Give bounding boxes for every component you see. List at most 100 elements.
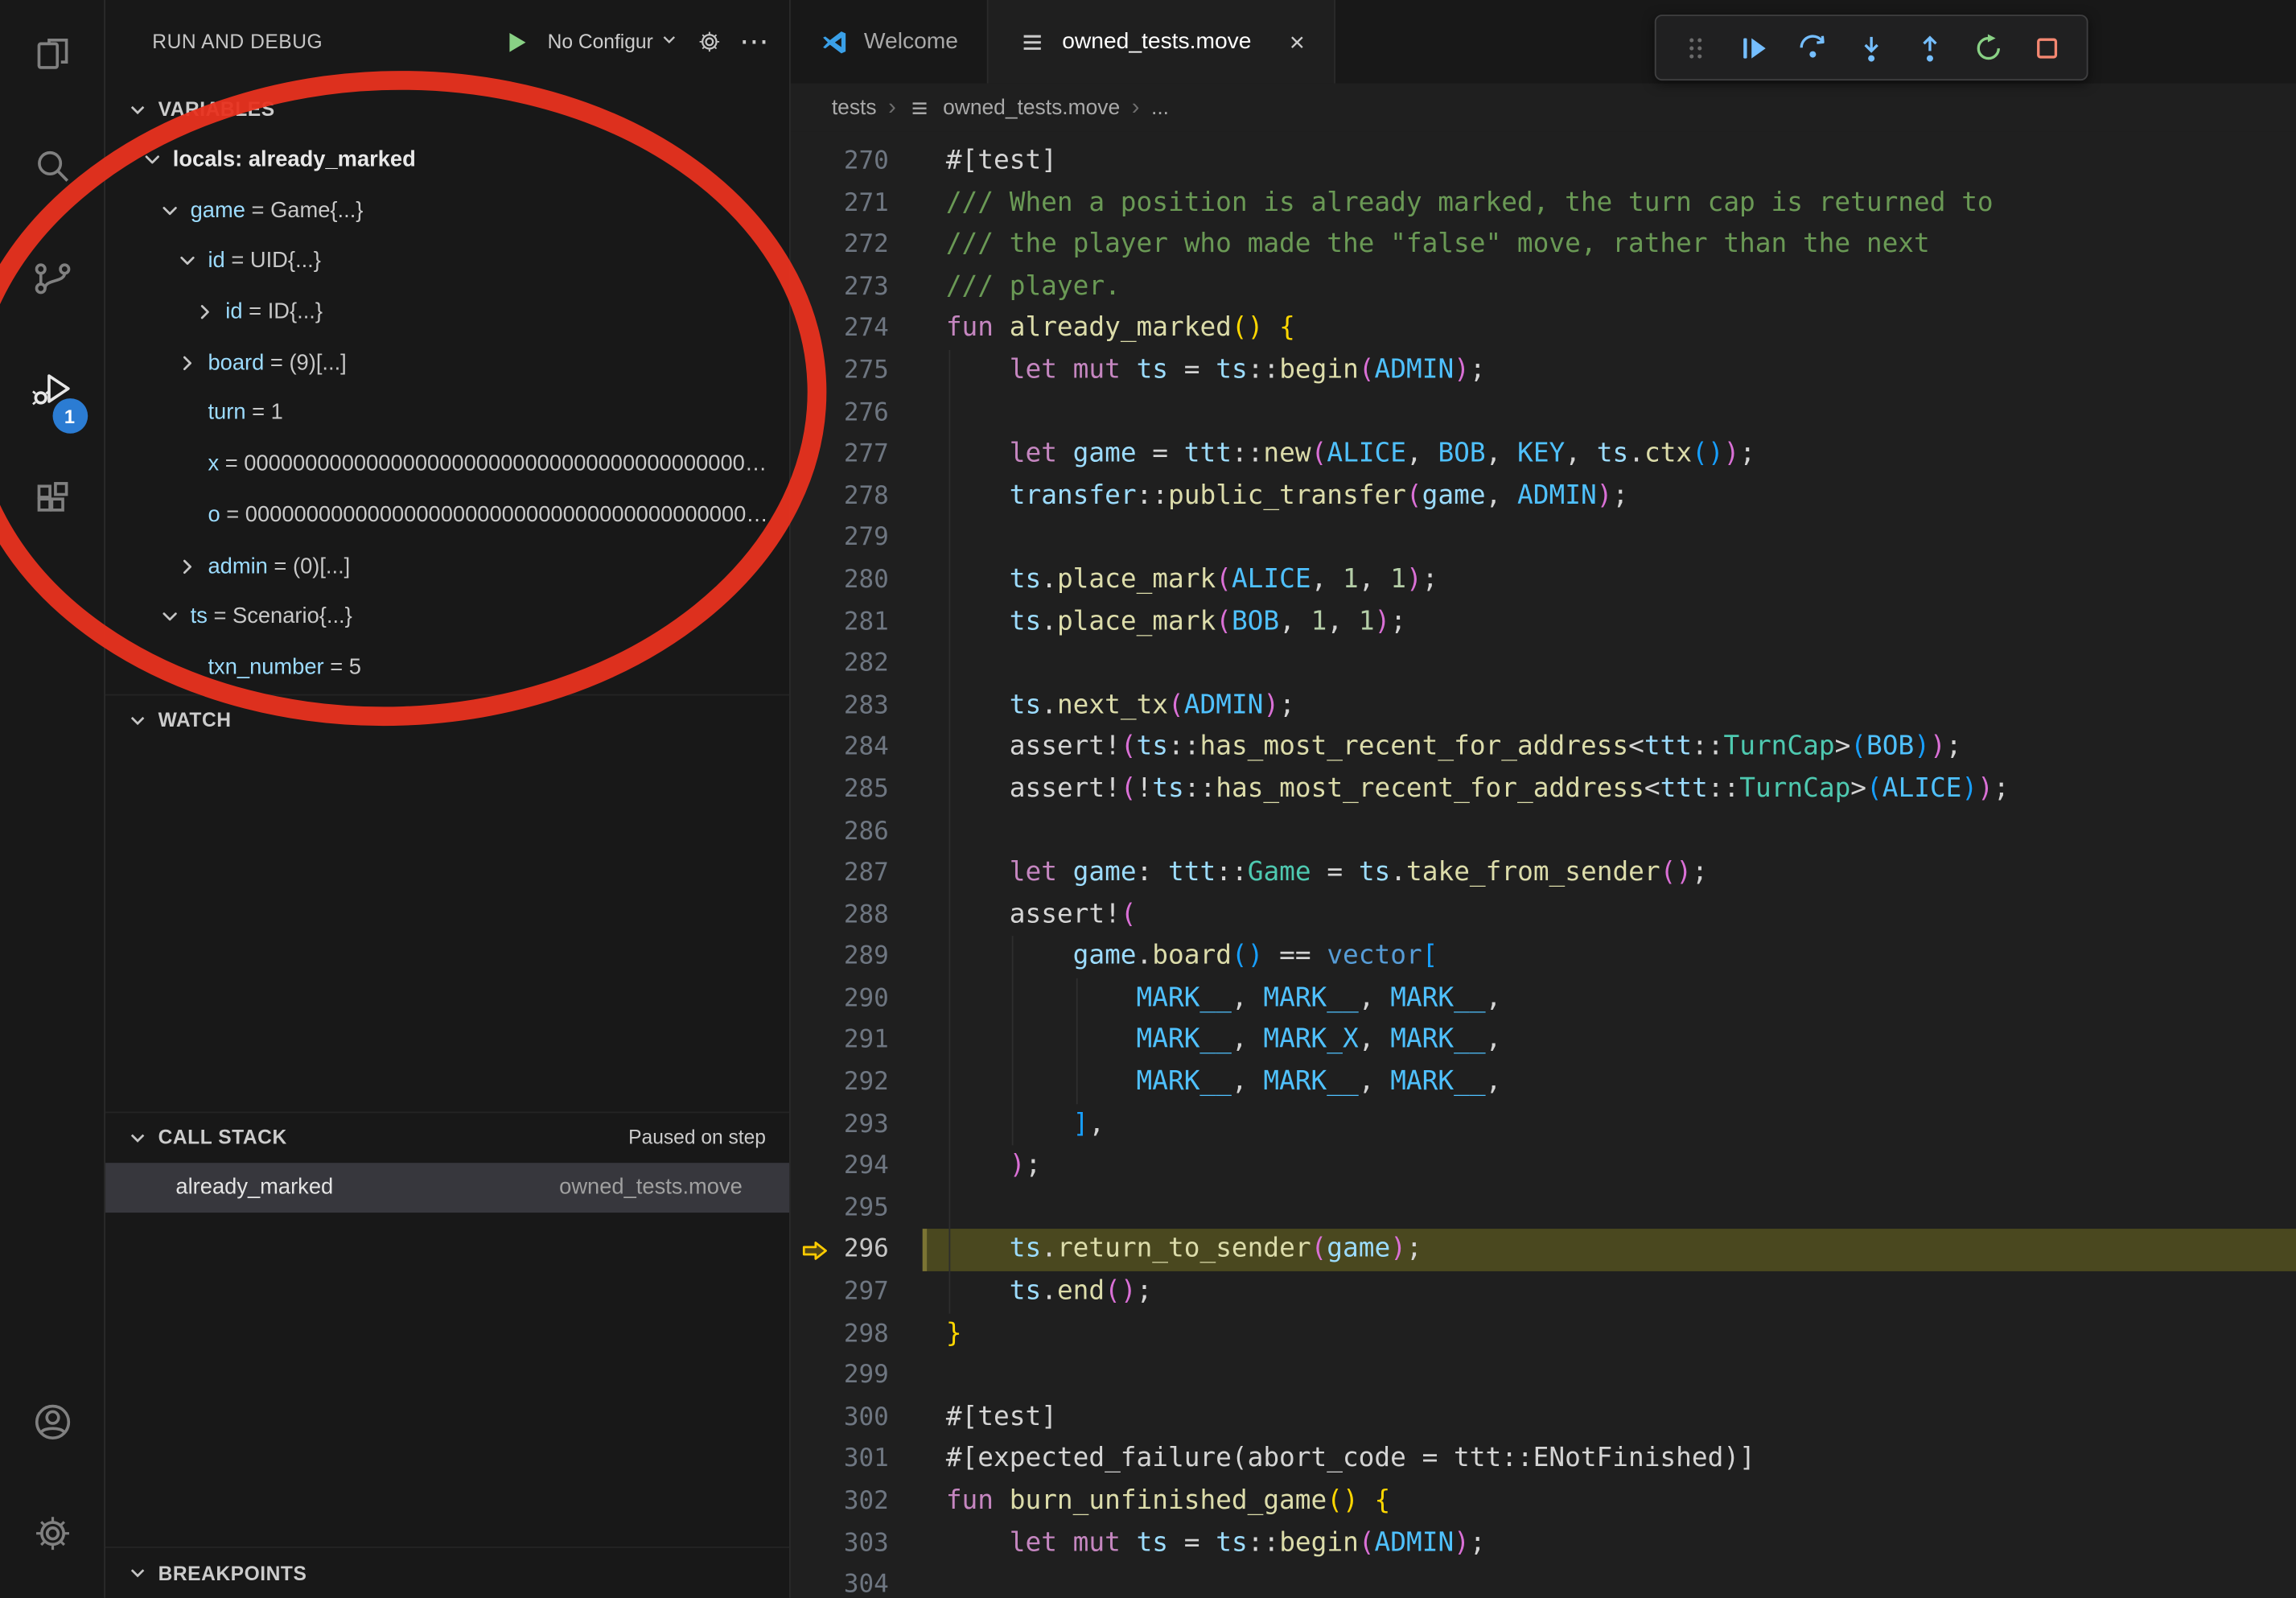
breakpoint-slot[interactable] [791,350,841,392]
gutter[interactable]: 285 [791,768,923,810]
code-line[interactable]: 282 [791,643,2296,685]
line-number[interactable]: 290 [841,978,923,1020]
code-text[interactable]: fun burn_unfinished_game() { [923,1481,2296,1522]
code-text[interactable]: ts.place_mark(ALICE, 1, 1); [923,559,2296,601]
line-number[interactable]: 273 [841,266,923,308]
call-stack-frame-row[interactable]: already_marked owned_tests.move [105,1162,789,1213]
line-number[interactable]: 288 [841,895,923,937]
gutter[interactable]: 275 [791,350,923,392]
line-number[interactable]: 270 [841,141,923,183]
code-text[interactable] [923,517,2296,559]
code-text[interactable]: ts.end(); [923,1271,2296,1313]
code-text[interactable]: /// the player who made the "false" move… [923,224,2296,266]
code-text[interactable]: let game: ttt::Game = ts.take_from_sende… [923,852,2296,894]
breakpoint-slot[interactable] [791,517,841,559]
gutter[interactable]: 278 [791,476,923,517]
code-line[interactable]: 274fun already_marked() { [791,308,2296,350]
chevron-right-icon[interactable] [193,287,225,338]
breakpoint-slot[interactable] [791,1062,841,1104]
gutter[interactable]: 290 [791,978,923,1020]
gutter[interactable]: 302 [791,1481,923,1522]
gutter[interactable]: 281 [791,601,923,643]
breakpoint-slot[interactable] [791,1188,841,1229]
code-line[interactable]: 281 ts.place_mark(BOB, 1, 1); [791,601,2296,643]
gutter[interactable]: 274 [791,308,923,350]
drag-handle-icon[interactable] [1671,23,1721,72]
code-text[interactable] [923,1564,2296,1598]
continue-button[interactable] [1730,23,1780,72]
code-line[interactable]: 296 ts.return_to_sender(game); [791,1229,2296,1271]
code-line[interactable]: 287 let game: ttt::Game = ts.take_from_s… [791,852,2296,894]
gutter[interactable]: 298 [791,1313,923,1355]
gutter[interactable]: 299 [791,1355,923,1397]
line-number[interactable]: 297 [841,1271,923,1313]
line-number[interactable]: 287 [841,852,923,894]
code-text[interactable]: MARK__, MARK__, MARK__, [923,1062,2296,1104]
code-line[interactable]: 294 ); [791,1146,2296,1188]
variable-row[interactable]: txn_number = 5 [105,643,789,694]
line-number[interactable]: 284 [841,727,923,768]
code-text[interactable] [923,810,2296,852]
code-line[interactable]: 304 [791,1564,2296,1598]
line-number[interactable]: 293 [841,1104,923,1146]
code-line[interactable]: 300#[test] [791,1397,2296,1439]
code-text[interactable]: ); [923,1146,2296,1188]
breakpoint-slot[interactable] [791,1271,841,1313]
activity-account[interactable] [0,1369,105,1481]
gutter[interactable]: 287 [791,852,923,894]
variable-row[interactable]: x = 000000000000000000000000000000000000… [105,439,789,490]
code-text[interactable] [923,1188,2296,1229]
code-line[interactable]: 286 [791,810,2296,852]
variable-row[interactable]: board = (9)[...] [105,338,789,389]
code-text[interactable] [923,392,2296,434]
code-line[interactable]: 275 let mut ts = ts::begin(ADMIN); [791,350,2296,392]
variable-row[interactable]: admin = (0)[...] [105,542,789,592]
code-text[interactable]: assert!( [923,895,2296,937]
code-text[interactable]: let mut ts = ts::begin(ADMIN); [923,350,2296,392]
code-line[interactable]: 283 ts.next_tx(ADMIN); [791,685,2296,727]
breakpoint-slot[interactable] [791,937,841,978]
gutter[interactable]: 273 [791,266,923,308]
code-line[interactable]: 290 MARK__, MARK__, MARK__, [791,978,2296,1020]
call-stack-section-header[interactable]: CALL STACK Paused on step [105,1111,789,1163]
breakpoint-slot[interactable] [791,852,841,894]
restart-button[interactable] [1964,23,2014,72]
line-number[interactable]: 274 [841,308,923,350]
breakpoint-slot[interactable] [791,1439,841,1481]
breadcrumb-item-symbol[interactable]: ... [1151,96,1169,119]
line-number[interactable]: 302 [841,1481,923,1522]
breakpoint-slot[interactable] [791,1481,841,1522]
code-line[interactable]: 292 MARK__, MARK__, MARK__, [791,1062,2296,1104]
line-number[interactable]: 292 [841,1062,923,1104]
breakpoint-slot[interactable] [791,1355,841,1397]
gutter[interactable]: 277 [791,434,923,476]
step-out-button[interactable] [1905,23,1955,72]
breakpoints-section-header[interactable]: BREAKPOINTS [105,1547,789,1598]
line-number[interactable]: 300 [841,1397,923,1439]
code-line[interactable]: 271/// When a position is already marked… [791,183,2296,224]
breakpoint-slot[interactable] [791,1020,841,1062]
line-number[interactable]: 275 [841,350,923,392]
code-line[interactable]: 303 let mut ts = ts::begin(ADMIN); [791,1522,2296,1564]
debug-settings-button[interactable] [696,28,724,56]
gutter[interactable]: 293 [791,1104,923,1146]
code-text[interactable]: #[test] [923,141,2296,183]
more-actions-icon[interactable]: ⋯ [739,27,768,56]
line-number[interactable]: 304 [841,1564,923,1598]
code-line[interactable]: 288 assert!( [791,895,2296,937]
gutter[interactable]: 294 [791,1146,923,1188]
line-number[interactable]: 286 [841,810,923,852]
code-text[interactable]: ts.next_tx(ADMIN); [923,685,2296,727]
breakpoint-slot[interactable] [791,434,841,476]
line-number[interactable]: 298 [841,1313,923,1355]
code-text[interactable]: ], [923,1104,2296,1146]
code-text[interactable]: ts.place_mark(BOB, 1, 1); [923,601,2296,643]
breakpoint-slot[interactable] [791,727,841,768]
variable-row[interactable]: o = 000000000000000000000000000000000000… [105,490,789,541]
breadcrumb-item-tests[interactable]: tests [832,96,877,119]
breakpoint-slot[interactable] [791,895,841,937]
chevron-right-icon[interactable] [175,338,208,389]
activity-extensions[interactable] [0,448,105,559]
breakpoint-slot[interactable] [791,141,841,183]
gutter[interactable]: 296 [791,1229,923,1271]
